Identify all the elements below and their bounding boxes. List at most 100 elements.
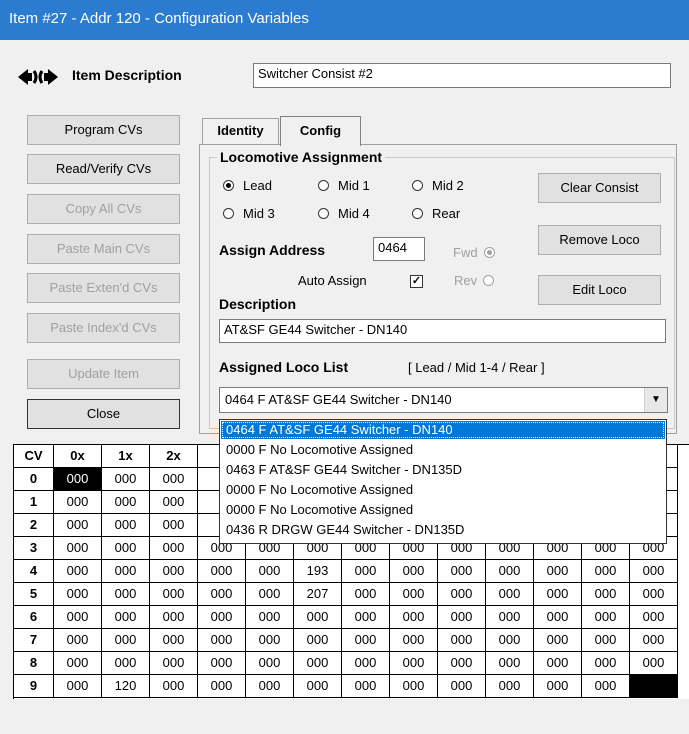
cv-cell[interactable]: 000 [438,583,486,606]
program-cvs-button[interactable]: Program CVs [27,115,180,145]
cv-cell[interactable]: 000 [390,583,438,606]
cv-cell[interactable]: 000 [438,675,486,698]
cv-cell[interactable]: 000 [54,583,102,606]
cv-cell[interactable]: 000 [102,583,150,606]
cv-cell[interactable]: 000 [630,629,678,652]
cv-cell[interactable]: 000 [54,560,102,583]
chevron-down-icon[interactable]: ▼ [644,388,667,412]
cv-cell[interactable]: 000 [294,652,342,675]
cv-cell[interactable]: 000 [582,652,630,675]
auto-assign-checkbox[interactable]: ✓ [410,275,423,288]
cv-cell[interactable]: 000 [246,606,294,629]
cv-cell[interactable]: 000 [102,629,150,652]
cv-cell[interactable]: 000 [486,652,534,675]
cv-cell[interactable]: 000 [150,606,198,629]
cv-cell[interactable]: 000 [294,629,342,652]
cv-cell[interactable]: 000 [198,606,246,629]
cv-cell[interactable]: 000 [246,583,294,606]
cv-cell[interactable]: 000 [342,652,390,675]
assigned-loco-combobox[interactable]: 0464 F AT&SF GE44 Switcher - DN140 ▼ [219,387,668,413]
assign-address-input[interactable]: 0464 [373,237,425,261]
cv-cell[interactable]: 000 [54,491,102,514]
cv-cell[interactable]: 000 [150,491,198,514]
dropdown-option[interactable]: 0000 F No Locomotive Assigned [221,501,665,519]
cv-cell[interactable]: 000 [534,652,582,675]
cv-cell[interactable]: 000 [486,583,534,606]
cv-cell[interactable]: 000 [534,606,582,629]
cv-cell[interactable]: 000 [438,606,486,629]
cv-cell[interactable]: 000 [54,629,102,652]
update-item-button[interactable]: Update Item [27,359,180,389]
cv-cell[interactable]: 000 [582,629,630,652]
radio-mid-2[interactable]: Mid 2 [412,178,464,193]
dropdown-option[interactable]: 0000 F No Locomotive Assigned [221,481,665,499]
cv-cell[interactable]: 207 [294,583,342,606]
cv-cell[interactable]: 000 [246,629,294,652]
cv-cell[interactable]: 000 [54,675,102,698]
cv-cell[interactable]: 000 [438,652,486,675]
cv-cell[interactable]: 000 [246,675,294,698]
cv-cell[interactable]: 000 [534,560,582,583]
cv-cell[interactable]: 000 [102,652,150,675]
cv-cell[interactable]: 000 [630,652,678,675]
cv-cell[interactable]: 000 [54,537,102,560]
cv-cell[interactable]: 000 [390,629,438,652]
cv-cell[interactable]: 000 [150,514,198,537]
item-description-input[interactable]: Switcher Consist #2 [253,63,671,88]
cv-cell[interactable]: 000 [390,560,438,583]
remove-loco-button[interactable]: Remove Loco [538,225,661,255]
cv-cell[interactable]: 000 [102,468,150,491]
cv-cell[interactable]: 000 [342,675,390,698]
radio-mid-1[interactable]: Mid 1 [318,178,370,193]
cv-cell[interactable]: 000 [342,629,390,652]
cv-cell[interactable]: 193 [294,560,342,583]
cv-cell[interactable]: 000 [630,606,678,629]
cv-cell[interactable]: 000 [150,468,198,491]
cv-cell[interactable] [630,675,678,698]
cv-cell[interactable]: 000 [102,606,150,629]
paste-extend-cvs-button[interactable]: Paste Exten'd CVs [27,273,180,303]
dropdown-option[interactable]: 0000 F No Locomotive Assigned [221,441,665,459]
cv-cell[interactable]: 000 [294,606,342,629]
cv-cell[interactable]: 000 [54,514,102,537]
cv-cell[interactable]: 000 [198,629,246,652]
radio-fwd[interactable]: Fwd [453,245,504,260]
cv-cell[interactable]: 000 [486,675,534,698]
cv-cell[interactable]: 000 [534,675,582,698]
tab-identity[interactable]: Identity [202,118,279,144]
description-input[interactable]: AT&SF GE44 Switcher - DN140 [219,319,666,343]
cv-cell[interactable]: 000 [198,675,246,698]
cv-cell[interactable]: 000 [150,583,198,606]
cv-cell[interactable]: 000 [246,560,294,583]
cv-cell[interactable]: 000 [582,606,630,629]
cv-cell[interactable]: 000 [582,583,630,606]
cv-cell[interactable]: 000 [486,560,534,583]
read-verify-cvs-button[interactable]: Read/Verify CVs [27,154,180,184]
cv-cell[interactable]: 000 [390,675,438,698]
cv-cell[interactable]: 000 [342,583,390,606]
radio-mid-3[interactable]: Mid 3 [223,206,275,221]
clear-consist-button[interactable]: Clear Consist [538,173,661,203]
radio-rev[interactable]: Rev [454,273,503,288]
paste-indexd-cvs-button[interactable]: Paste Index'd CVs [27,313,180,343]
cv-cell[interactable]: 120 [102,675,150,698]
cv-cell[interactable]: 000 [150,652,198,675]
cv-cell[interactable]: 000 [294,675,342,698]
cv-cell[interactable]: 000 [390,606,438,629]
cv-cell[interactable]: 000 [582,675,630,698]
cv-cell[interactable]: 000 [630,583,678,606]
radio-mid-4[interactable]: Mid 4 [318,206,370,221]
cv-cell[interactable]: 000 [198,652,246,675]
cv-cell[interactable]: 000 [102,537,150,560]
cv-cell[interactable]: 000 [486,606,534,629]
cv-cell[interactable]: 000 [246,652,294,675]
cv-cell[interactable]: 000 [534,629,582,652]
cv-cell[interactable]: 000 [150,675,198,698]
dropdown-option[interactable]: 0464 F AT&SF GE44 Switcher - DN140 [221,421,665,439]
cv-cell[interactable]: 000 [102,491,150,514]
cv-cell[interactable]: 000 [486,629,534,652]
cv-cell[interactable]: 000 [54,606,102,629]
cv-cell[interactable]: 000 [102,514,150,537]
cv-cell[interactable]: 000 [534,583,582,606]
cv-cell[interactable]: 000 [198,560,246,583]
